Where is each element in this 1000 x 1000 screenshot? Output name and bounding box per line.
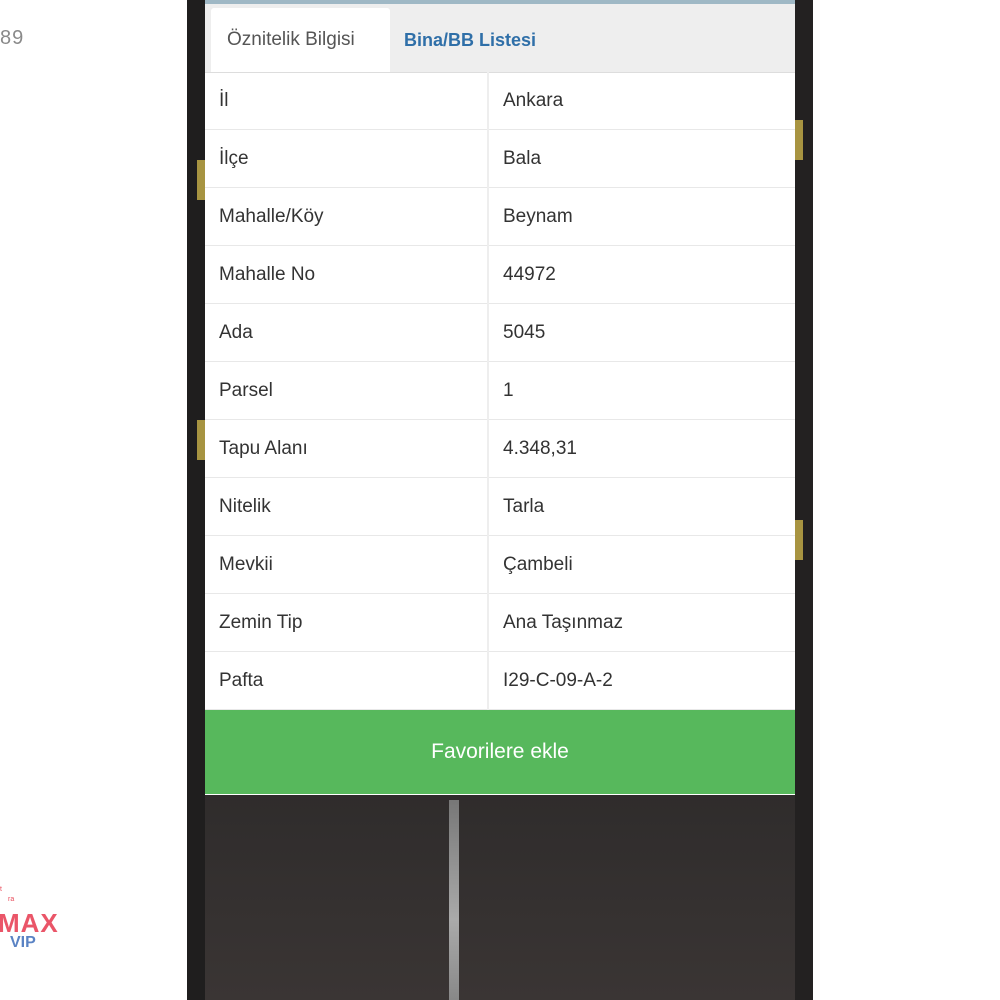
row-value: Bala: [488, 129, 795, 188]
table-row: Ada 5045: [205, 303, 795, 362]
table-row: Parsel 1: [205, 361, 795, 420]
row-value: Tarla: [488, 477, 795, 536]
logo-tiny-text: t: [0, 886, 2, 893]
table-row: Pafta I29-C-09-A-2: [205, 651, 795, 710]
attribute-panel: Öznitelik Bilgisi Bina/BB Listesi İl Anka…: [205, 0, 795, 795]
logo-vip-text: VIP: [10, 934, 36, 951]
row-value: 44972: [488, 245, 795, 304]
table-row: İl Ankara: [205, 72, 795, 130]
table-row: İlçe Bala: [205, 129, 795, 188]
row-key: Nitelik: [205, 477, 489, 536]
add-to-favorites-button[interactable]: Favorilere ekle: [205, 710, 795, 794]
partial-counter-text: 89: [0, 27, 25, 49]
table-row: Mahalle/Köy Beynam: [205, 187, 795, 246]
road-marking: [197, 160, 205, 200]
row-key: Parsel: [205, 361, 489, 420]
table-row: Mevkii Çambeli: [205, 535, 795, 594]
row-value: 1: [488, 361, 795, 420]
attribute-table: İl Ankara İlçe Bala Mahalle/Köy Beynam Maha…: [205, 72, 795, 710]
tab-bina-bb-listesi[interactable]: Bina/BB Listesi: [388, 8, 552, 72]
road-edge-left: [187, 0, 205, 1000]
logo-tiny-subtext: ra: [8, 896, 15, 903]
row-value: I29-C-09-A-2: [488, 651, 795, 710]
row-key: Mevkii: [205, 535, 489, 594]
road-center-line: [449, 800, 459, 1000]
row-key: İlçe: [205, 129, 489, 188]
row-value: Çambeli: [488, 535, 795, 594]
road-marking: [197, 420, 205, 460]
row-value: Ana Taşınmaz: [488, 593, 795, 652]
row-value: 4.348,31: [488, 419, 795, 478]
row-key: Pafta: [205, 651, 489, 710]
tab-oznitelik-bilgisi[interactable]: Öznitelik Bilgisi: [211, 8, 390, 72]
row-key: Zemin Tip: [205, 593, 489, 652]
tab-bar: Öznitelik Bilgisi Bina/BB Listesi: [205, 4, 795, 73]
row-value: Beynam: [488, 187, 795, 246]
row-value: Ankara: [488, 72, 795, 130]
row-key: Tapu Alanı: [205, 419, 489, 478]
watermark-logo: t ra MAX VIP: [0, 882, 60, 962]
table-row: Nitelik Tarla: [205, 477, 795, 536]
table-row: Tapu Alanı 4.348,31: [205, 419, 795, 478]
row-key: İl: [205, 72, 489, 130]
row-key: Mahalle No: [205, 245, 489, 304]
table-row: Zemin Tip Ana Taşınmaz: [205, 593, 795, 652]
row-key: Mahalle/Köy: [205, 187, 489, 246]
road-marking: [795, 520, 803, 560]
row-value: 5045: [488, 303, 795, 362]
road-marking: [795, 120, 803, 160]
table-row: Mahalle No 44972: [205, 245, 795, 304]
row-key: Ada: [205, 303, 489, 362]
